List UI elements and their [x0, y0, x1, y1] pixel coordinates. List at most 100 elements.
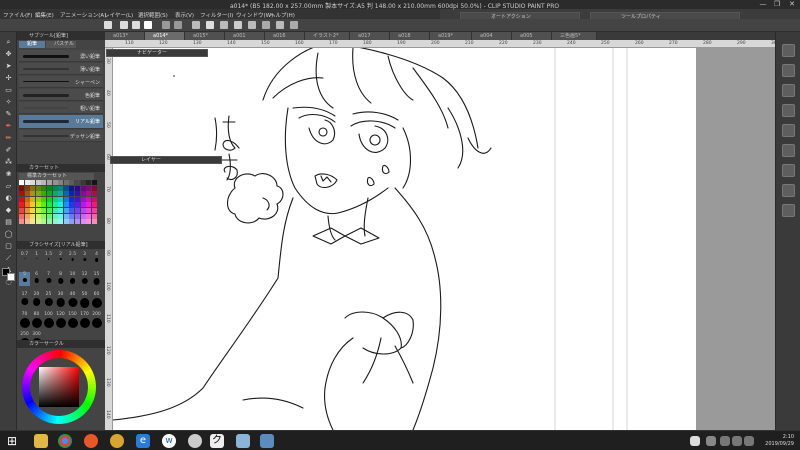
color-swatch[interactable]: [63, 208, 69, 213]
tab-illust2[interactable]: イラスト2*: [305, 32, 350, 40]
color-swatch[interactable]: [86, 180, 92, 185]
color-swatch[interactable]: [19, 191, 24, 197]
color-swatch[interactable]: [91, 180, 97, 185]
color-swatch[interactable]: [80, 208, 86, 213]
color-swatch[interactable]: [30, 219, 36, 225]
brush-size-option[interactable]: 60: [91, 292, 102, 308]
color-swatch[interactable]: [75, 185, 80, 191]
menu-window[interactable]: ウィンドウ(W): [236, 11, 273, 19]
color-swatch[interactable]: [63, 202, 69, 208]
color-swatch[interactable]: [75, 213, 80, 219]
color-swatch[interactable]: [69, 202, 75, 208]
color-swatch[interactable]: [69, 196, 75, 202]
brush-size-option[interactable]: 200: [91, 312, 102, 328]
decoration-tool-icon[interactable]: ❀: [4, 170, 13, 179]
color-swatch[interactable]: [24, 219, 30, 225]
brush-size-option[interactable]: 70: [19, 312, 30, 328]
brush-size-option[interactable]: 80: [31, 312, 42, 328]
color-swatch[interactable]: [41, 213, 47, 219]
color-swatch[interactable]: [24, 208, 30, 213]
color-swatch[interactable]: [58, 191, 64, 197]
color-swatch[interactable]: [30, 180, 36, 185]
color-swatch[interactable]: [91, 185, 97, 191]
photos-icon[interactable]: [236, 434, 250, 448]
brush-item[interactable]: デッサン鉛筆: [19, 130, 103, 142]
color-swatch[interactable]: [58, 180, 64, 185]
auto-select-tool-icon[interactable]: ✧: [4, 98, 13, 107]
volume-icon[interactable]: [732, 436, 742, 446]
expand-selection-icon[interactable]: [248, 21, 256, 29]
app-icon-blue[interactable]: [260, 434, 274, 448]
navigator-panel-header[interactable]: ナビゲーター: [106, 49, 208, 57]
color-swatch[interactable]: [30, 191, 36, 197]
pencil-tool-icon[interactable]: ✏: [4, 134, 13, 143]
brush-item[interactable]: 色鉛筆: [19, 89, 103, 101]
subtool-tab-pastel[interactable]: パステル: [46, 41, 76, 48]
brush-size-option[interactable]: 170: [79, 312, 90, 328]
color-swatch[interactable]: [63, 213, 69, 219]
color-swatch[interactable]: [41, 191, 47, 197]
tab-a019[interactable]: a019*: [430, 32, 472, 40]
color-swatch[interactable]: [52, 208, 58, 213]
clear-icon[interactable]: [192, 21, 200, 29]
color-swatch[interactable]: [80, 202, 86, 208]
color-swatch[interactable]: [19, 219, 24, 225]
color-swatch[interactable]: [52, 196, 58, 202]
tab-a014[interactable]: a014*: [145, 32, 185, 40]
layer-property-icon[interactable]: [782, 124, 795, 137]
tab-a018[interactable]: a018: [390, 32, 430, 40]
brush-size-option[interactable]: 50: [79, 292, 90, 308]
color-swatch[interactable]: [63, 191, 69, 197]
chrome-icon[interactable]: [58, 434, 72, 448]
color-swatch[interactable]: [69, 180, 75, 185]
tab-a005[interactable]: a005: [512, 32, 552, 40]
color-swatch[interactable]: [24, 202, 30, 208]
color-swatch[interactable]: [86, 185, 92, 191]
color-swatch[interactable]: [19, 180, 24, 185]
maximize-button[interactable]: ❐: [770, 0, 784, 9]
brush-size-option[interactable]: 12: [79, 272, 90, 286]
sub-view-icon[interactable]: [782, 84, 795, 97]
system-clock[interactable]: 2:10 2019/09/29: [765, 434, 794, 448]
save-icon[interactable]: [144, 21, 152, 29]
brush-size-option[interactable]: 7: [43, 272, 54, 286]
menu-filter[interactable]: フィルター(I): [200, 11, 233, 19]
menu-layer[interactable]: レイヤー(L): [104, 11, 133, 19]
ruler-snap-icon[interactable]: [290, 21, 298, 29]
selection-tool-icon[interactable]: ▭: [4, 86, 13, 95]
color-swatch[interactable]: [91, 196, 97, 202]
color-swatch[interactable]: [41, 196, 47, 202]
color-swatch[interactable]: [47, 208, 52, 213]
color-swatch[interactable]: [19, 208, 24, 213]
tab-a004[interactable]: a004: [472, 32, 512, 40]
brush-size-option[interactable]: 2.5: [67, 252, 78, 266]
material-panel-icon[interactable]: [782, 64, 795, 77]
app-icon-w[interactable]: w: [162, 434, 176, 448]
color-swatch[interactable]: [91, 208, 97, 213]
brush-item[interactable]: 粗い鉛筆: [19, 102, 103, 114]
edge-icon[interactable]: e: [136, 434, 150, 448]
brush-size-option[interactable]: 20: [31, 292, 42, 306]
tab-a016[interactable]: a016: [265, 32, 305, 40]
brush-size-option[interactable]: 40: [67, 292, 78, 308]
app-icon-yellow[interactable]: [110, 434, 124, 448]
history-icon[interactable]: [782, 104, 795, 117]
menu-file[interactable]: ファイル(F): [3, 11, 32, 19]
search-layer-icon[interactable]: [782, 144, 795, 157]
color-swatch[interactable]: [47, 185, 52, 191]
color-swatch[interactable]: [75, 180, 80, 185]
color-swatch[interactable]: [30, 202, 36, 208]
color-swatch[interactable]: [58, 202, 64, 208]
color-swatch[interactable]: [91, 191, 97, 197]
deselect-icon[interactable]: [220, 21, 228, 29]
color-swatch[interactable]: [35, 196, 41, 202]
color-swatch-grid[interactable]: [19, 180, 99, 250]
drawing-canvas[interactable]: はぁ: [113, 48, 696, 430]
snap-icon[interactable]: [276, 21, 284, 29]
color-swatch[interactable]: [41, 185, 47, 191]
brush-size-option[interactable]: 3: [79, 252, 90, 266]
color-swatch[interactable]: [19, 202, 24, 208]
panel-toggle-icon[interactable]: [782, 44, 795, 57]
horizontal-ruler[interactable]: 110 120 130 140 150 160 170 180 190 200 210 220 230 2…: [105, 40, 780, 48]
color-swatch[interactable]: [75, 196, 80, 202]
